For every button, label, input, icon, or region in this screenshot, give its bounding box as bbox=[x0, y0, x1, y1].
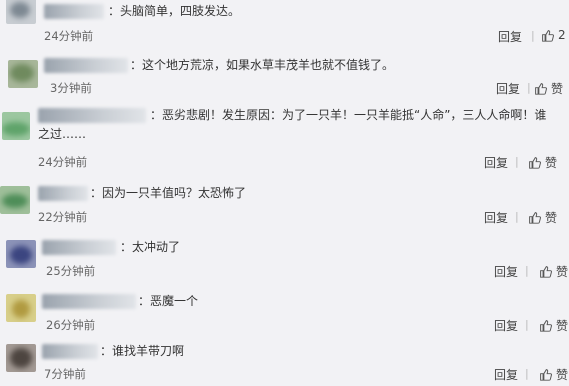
comment-text: ：头脑简单，四肢发达。 bbox=[108, 4, 241, 18]
separator: | bbox=[525, 264, 529, 277]
thumbs-up-icon bbox=[542, 29, 554, 42]
comment-time: 7分钟前 bbox=[44, 367, 86, 381]
thumbs-up-icon bbox=[529, 157, 541, 169]
thumbs-up-icon bbox=[540, 320, 552, 332]
comment-text: ：太冲动了 bbox=[120, 240, 181, 254]
username-blurred[interactable] bbox=[42, 344, 98, 359]
like-label: 赞 bbox=[551, 82, 564, 96]
username-blurred[interactable] bbox=[44, 4, 104, 19]
reply-button[interactable]: 回复 bbox=[494, 263, 518, 280]
reply-button[interactable]: 回复 bbox=[496, 80, 520, 97]
like-button[interactable]: 赞 bbox=[539, 263, 568, 280]
comment-time: 25分钟前 bbox=[46, 264, 96, 278]
comment-time: 24分钟前 bbox=[38, 155, 88, 169]
reply-button[interactable]: 回复 bbox=[494, 366, 518, 383]
thumbs-up-icon bbox=[535, 83, 547, 95]
like-button[interactable]: 赞 bbox=[539, 366, 568, 383]
like-count: 2 bbox=[558, 28, 566, 42]
comment-item: ：谁找羊带刀啊 7分钟前 回复 | 赞 bbox=[0, 338, 569, 386]
like-button[interactable]: 赞 bbox=[534, 80, 563, 97]
comment-text: ：因为一只羊值吗？太恐怖了 bbox=[90, 186, 247, 200]
reply-button[interactable]: 回复 bbox=[484, 209, 508, 226]
avatar[interactable] bbox=[6, 294, 36, 322]
like-label: 赞 bbox=[545, 156, 558, 170]
comment-item: ：这个地方荒凉，如果水草丰茂羊也就不值钱了。 3分钟前 回复 | 赞 bbox=[0, 50, 569, 97]
comment-text: ：谁找羊带刀啊 bbox=[100, 344, 185, 358]
separator: | bbox=[515, 210, 519, 223]
username-blurred[interactable] bbox=[42, 294, 136, 309]
separator: | bbox=[525, 318, 529, 331]
thumbs-up-icon bbox=[540, 266, 552, 278]
comment-text: ：恶劣悲剧！发生原因：为了一只羊！一只羊能抵“人命”，三人人命啊！谁之过…… bbox=[38, 108, 547, 141]
avatar[interactable] bbox=[6, 240, 36, 268]
comment-item: ：太冲动了 25分钟前 回复 | 赞 bbox=[0, 230, 569, 285]
reply-button[interactable]: 回复 bbox=[484, 154, 508, 171]
like-button[interactable]: 赞 bbox=[539, 317, 568, 334]
comment-time: 22分钟前 bbox=[38, 210, 88, 224]
avatar[interactable] bbox=[6, 344, 36, 372]
username-blurred[interactable] bbox=[44, 58, 128, 73]
comment-time: 24分钟前 bbox=[44, 29, 94, 43]
avatar[interactable] bbox=[0, 186, 30, 214]
reply-button[interactable]: 回复 bbox=[494, 317, 518, 334]
like-label: 赞 bbox=[556, 265, 569, 279]
like-label: 赞 bbox=[545, 211, 558, 225]
username-blurred[interactable] bbox=[42, 240, 116, 255]
comment-text: ：恶魔一个 bbox=[138, 294, 199, 308]
comment-item: ：恶魔一个 26分钟前 回复 | 赞 bbox=[0, 284, 569, 339]
avatar[interactable] bbox=[8, 60, 38, 88]
avatar[interactable] bbox=[6, 0, 36, 24]
avatar[interactable] bbox=[2, 112, 30, 140]
like-button[interactable]: 赞 bbox=[528, 209, 557, 226]
comment-time: 26分钟前 bbox=[46, 318, 96, 332]
like-label: 赞 bbox=[556, 319, 569, 333]
like-label: 赞 bbox=[556, 368, 569, 382]
reply-button[interactable]: 回复 bbox=[498, 28, 522, 45]
comment-time: 3分钟前 bbox=[50, 81, 92, 95]
thumbs-up-icon bbox=[540, 369, 552, 381]
like-button[interactable]: 赞 bbox=[528, 154, 557, 171]
comment-item: ：恶劣悲剧！发生原因：为了一只羊！一只羊能抵“人命”，三人人命啊！谁之过…… 2… bbox=[0, 96, 569, 179]
comment-item: ：因为一只羊值吗？太恐怖了 22分钟前 回复 | 赞 bbox=[0, 178, 569, 231]
thumbs-up-icon bbox=[529, 212, 541, 224]
separator: | bbox=[527, 81, 531, 94]
username-blurred[interactable] bbox=[38, 186, 88, 201]
separator: | bbox=[525, 367, 529, 380]
separator: | bbox=[531, 29, 535, 42]
comment-item: ：头脑简单，四肢发达。 24分钟前 回复 | 2 bbox=[0, 0, 569, 51]
like-button[interactable]: 2 bbox=[541, 28, 566, 42]
comment-text: ：这个地方荒凉，如果水草丰茂羊也就不值钱了。 bbox=[130, 58, 395, 72]
separator: | bbox=[515, 155, 519, 168]
